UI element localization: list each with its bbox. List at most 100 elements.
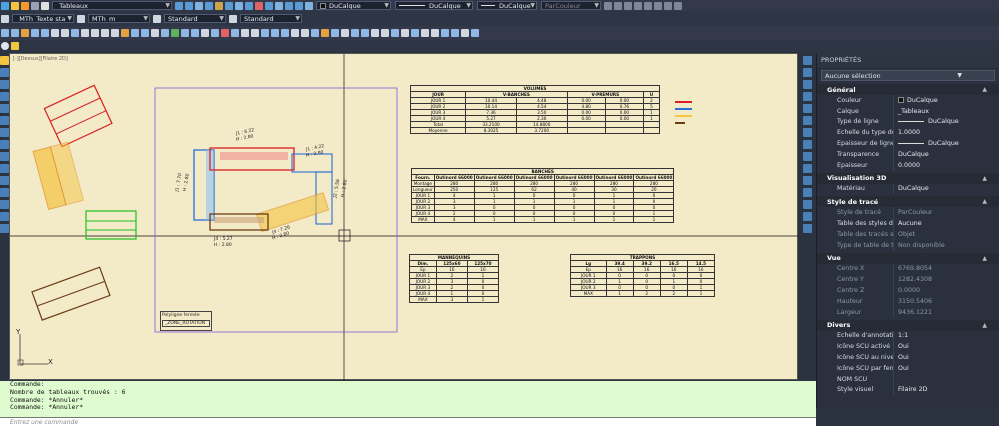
tool-icon[interactable] xyxy=(131,29,139,37)
collapse-icon[interactable]: ▲ xyxy=(982,86,987,93)
tool-icon[interactable] xyxy=(271,29,279,37)
property-row[interactable]: Epaisseur de ligne DuCalque xyxy=(817,138,999,149)
tool-icon[interactable] xyxy=(101,29,109,37)
dim-style-icon[interactable] xyxy=(77,14,85,23)
layer-icon[interactable] xyxy=(802,224,812,233)
tool-icon[interactable] xyxy=(301,29,309,37)
property-row[interactable]: Echelle du type de li... 1.0000 xyxy=(817,127,999,139)
layer-tool-icon[interactable] xyxy=(275,1,283,10)
move-icon[interactable] xyxy=(0,128,9,137)
draw-arc-icon[interactable] xyxy=(0,104,9,113)
layer-tool-icon[interactable] xyxy=(255,1,263,10)
property-row[interactable]: Centre Z 0.0000 xyxy=(817,285,999,296)
tool-icon[interactable] xyxy=(121,29,129,37)
tool-icon[interactable] xyxy=(21,29,29,37)
tool-icon[interactable] xyxy=(211,29,219,37)
layer-tool-icon[interactable] xyxy=(225,1,233,10)
property-value[interactable]: Oui xyxy=(893,352,999,363)
property-value[interactable] xyxy=(893,373,999,385)
tool-icon[interactable] xyxy=(51,29,59,37)
tool-icon[interactable] xyxy=(361,29,369,37)
tool-icon[interactable] xyxy=(381,29,389,37)
property-value[interactable]: Filaire 2D xyxy=(893,384,999,396)
property-value[interactable]: 0.0000 xyxy=(893,159,999,171)
volumes-table[interactable]: VOLUMES JOUR V-BANCHES V-PREMURS U JOUR … xyxy=(409,85,661,134)
property-row[interactable]: Hauteur 3150.5406 xyxy=(817,295,999,307)
tool-icon[interactable] xyxy=(451,29,459,37)
text-style-icon[interactable] xyxy=(1,14,9,23)
draw-polygon-icon[interactable] xyxy=(0,80,9,89)
tool-icon[interactable] xyxy=(321,29,329,37)
tool-icon[interactable] xyxy=(41,29,49,37)
property-value[interactable]: Oui xyxy=(893,362,999,374)
layer-state-icon[interactable] xyxy=(1,1,9,10)
layer-icon[interactable] xyxy=(802,188,812,197)
tool-icon[interactable] xyxy=(141,29,149,37)
tool-icon[interactable] xyxy=(171,29,179,37)
tool-icon[interactable] xyxy=(181,29,189,37)
tool-icon[interactable] xyxy=(201,29,209,37)
tool-icon[interactable] xyxy=(31,29,39,37)
property-value[interactable]: 1:1 xyxy=(893,330,999,342)
collapse-icon[interactable]: ▲ xyxy=(982,198,987,205)
tool-icon[interactable] xyxy=(411,29,419,37)
hatch-icon[interactable] xyxy=(0,200,9,209)
layer-tool-icon[interactable] xyxy=(175,1,183,10)
tool-icon[interactable] xyxy=(431,29,439,37)
property-row[interactable]: Type de ligne DuCalque xyxy=(817,116,999,128)
toolbar-grid-icon[interactable] xyxy=(614,1,622,10)
property-row[interactable]: Largeur 9436.1221 xyxy=(817,306,999,318)
layer-dropdown[interactable]: _Tableaux ▼ xyxy=(52,1,172,10)
layer-tool-icon[interactable] xyxy=(195,1,203,10)
selection-dropdown[interactable]: Aucune sélection ▼ xyxy=(821,70,995,81)
property-value[interactable]: ParCouleur xyxy=(893,207,999,219)
property-value[interactable]: 0.0000 xyxy=(893,285,999,296)
rotate-icon[interactable] xyxy=(0,152,9,161)
property-row[interactable]: Icône SCU par fenêtre Oui xyxy=(817,362,999,374)
property-value[interactable]: Objet xyxy=(893,228,999,240)
zoom-icon[interactable] xyxy=(802,164,812,173)
toolbar-grid-icon[interactable] xyxy=(604,1,612,10)
toolbar-grid-icon[interactable] xyxy=(654,1,662,10)
property-value[interactable]: Oui xyxy=(893,341,999,353)
property-row[interactable]: Echelle d'annotation 1:1 xyxy=(817,330,999,342)
property-row[interactable]: Table des tracés atta... Objet xyxy=(817,228,999,240)
tool-icon[interactable] xyxy=(161,29,169,37)
property-row[interactable]: Table des styles de tr... Aucune xyxy=(817,218,999,229)
zoom-icon[interactable] xyxy=(802,152,812,161)
linetype-dropdown[interactable]: DuCalque ▼ xyxy=(395,1,473,10)
ucs-icon[interactable] xyxy=(802,56,812,65)
text-icon[interactable] xyxy=(0,212,9,221)
toolbar-grid-icon[interactable] xyxy=(644,1,652,10)
property-row[interactable]: Couleur DuCalque xyxy=(817,95,999,106)
property-row[interactable]: Style visuel Filaire 2D xyxy=(817,384,999,396)
property-row[interactable]: Centre X 6769.8054 xyxy=(817,263,999,275)
table-style-icon[interactable] xyxy=(153,14,161,23)
tool-icon[interactable] xyxy=(341,29,349,37)
draw-circle-icon[interactable] xyxy=(0,116,9,125)
trim-icon[interactable] xyxy=(0,176,9,185)
tool-icon[interactable] xyxy=(1,29,9,37)
draw-line-icon[interactable] xyxy=(0,56,9,65)
tool-icon[interactable] xyxy=(461,29,469,37)
layer-tool-icon[interactable] xyxy=(245,1,253,10)
section-header[interactable]: Général ▲ xyxy=(817,84,999,95)
property-value[interactable]: 9436.1221 xyxy=(893,306,999,318)
extend-icon[interactable] xyxy=(0,188,9,197)
copy-icon[interactable] xyxy=(0,140,9,149)
property-value[interactable]: Non disponible xyxy=(893,239,999,251)
lightning-icon[interactable] xyxy=(11,42,19,50)
property-row[interactable]: NOM SCU xyxy=(817,373,999,385)
layer-tool-icon[interactable] xyxy=(235,1,243,10)
info-icon[interactable] xyxy=(1,42,9,50)
property-value[interactable]: 1282.4308 xyxy=(893,274,999,286)
tool-icon[interactable] xyxy=(231,29,239,37)
trappons-table[interactable]: TRAPPONS Lg 39.4 39.2 16.5 14.5 Ep 16 16 16 16 J… xyxy=(570,254,716,297)
collapse-icon[interactable]: ▲ xyxy=(982,322,987,329)
property-value[interactable]: DuCalque xyxy=(893,183,999,195)
layer-icon[interactable] xyxy=(802,176,812,185)
sun-icon[interactable] xyxy=(21,1,29,10)
layer-color-icon[interactable] xyxy=(41,1,49,10)
toolbar-grid-icon[interactable] xyxy=(664,1,672,10)
multileader-style-icon[interactable] xyxy=(229,14,237,23)
